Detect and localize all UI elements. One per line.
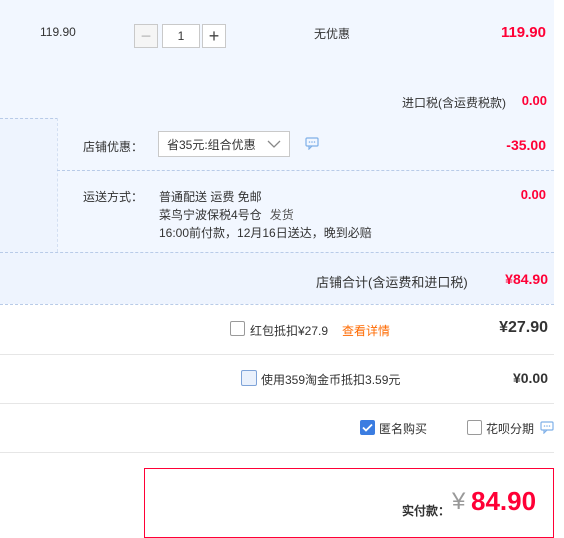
chevron-down-icon (267, 140, 281, 148)
unit-price: 119.90 (40, 25, 76, 39)
quantity-minus-button[interactable]: − (134, 24, 158, 48)
warehouse-name: 菜鸟宁波保税4号仓 (159, 208, 262, 222)
redpacket-details-link[interactable]: 查看详情 (342, 322, 390, 339)
divider (0, 354, 554, 355)
quantity-input[interactable] (162, 24, 200, 48)
redpacket-label: 红包抵扣¥27.9 (250, 324, 329, 338)
huabei-installment-checkbox[interactable] (467, 420, 482, 435)
huabei-installment-label: 花呗分期 (486, 422, 535, 436)
divider (0, 252, 554, 253)
redpacket-value: ¥27.90 (499, 319, 548, 336)
plus-icon: + (208, 26, 220, 46)
minus-icon: − (140, 26, 152, 46)
taojinbi-label: 使用359淘金币抵扣3.59元 (261, 373, 401, 387)
import-tax-label: 进口税(含运费税款) (402, 96, 506, 110)
divider (0, 452, 554, 453)
taojinbi-value: ¥0.00 (512, 370, 548, 386)
delivery-method: 普通配送 运费 免邮 (159, 190, 262, 204)
taojinbi-checkbox[interactable] (241, 370, 257, 386)
payment-currency: ¥ (452, 488, 466, 515)
quantity-plus-button[interactable]: + (202, 24, 226, 48)
shop-discount-selected: 省35元:组合优惠 (167, 137, 256, 152)
divider (0, 403, 554, 404)
delivery-method-label: 运送方式： (83, 190, 144, 204)
delivery-eta: 16:00前付款，12月16日送达，晚到必赔 (159, 226, 372, 240)
checkmark-icon (362, 423, 373, 432)
ship-text: 发货 (269, 208, 294, 222)
shop-total-label: 店铺合计(含运费和进口税) (316, 275, 468, 290)
item-total-price: 119.90 (500, 24, 546, 41)
divider (0, 304, 554, 305)
shop-discount-value: -35.00 (506, 137, 546, 153)
shop-discount-label: 店铺优惠： (83, 140, 144, 154)
import-tax-value: 0.00 (521, 93, 547, 108)
item-promotion: 无优惠 (314, 27, 351, 41)
shop-discount-select[interactable]: 省35元:组合优惠 (158, 131, 290, 157)
anonymous-purchase-checkbox[interactable] (360, 420, 375, 435)
anonymous-purchase-label: 匿名购买 (379, 422, 428, 436)
delivery-warehouse: 菜鸟宁波保税4号仓 发货 (159, 206, 294, 223)
shop-total-value: ¥84.90 (505, 271, 548, 287)
redpacket-checkbox[interactable] (230, 321, 245, 336)
comment-icon[interactable] (305, 137, 319, 150)
comment-icon[interactable] (540, 421, 554, 434)
divider (57, 170, 554, 171)
delivery-fee-value: 0.00 (520, 187, 546, 202)
payment-label: 实付款： (402, 504, 451, 518)
payment-amount: 84.90 (471, 486, 537, 516)
